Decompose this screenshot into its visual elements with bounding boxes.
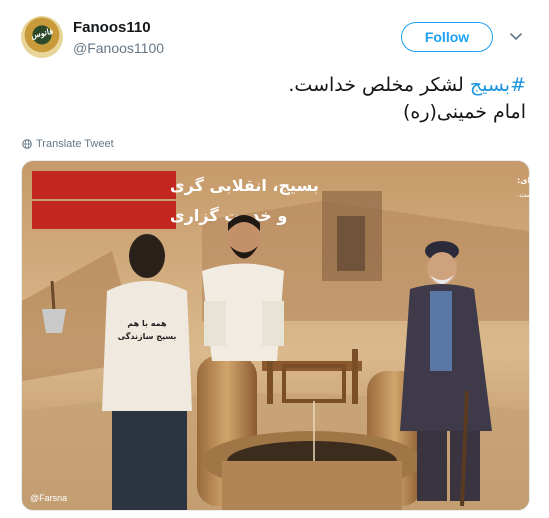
watermark: @Farsna [30, 493, 67, 503]
tweet-line-2: امام خمینی(ره) [402, 101, 526, 123]
quote-text: هر جا وظیفه‌ای باشد، انسان بسیجی در میدا… [517, 189, 529, 199]
tweet-line-1-text: لشکر مخلص خداست. [288, 74, 470, 96]
user-display-name[interactable]: Fanoos110 [73, 19, 151, 36]
translate-tweet-label: Translate Tweet [36, 138, 114, 150]
shirt-text-line-1: همه با هم [127, 319, 167, 328]
tweet-image[interactable]: بسیج، انقلابی گری و خدمت گزاری امام خامن… [21, 160, 530, 511]
avatar[interactable]: فانوس [21, 16, 63, 58]
chevron-down-icon[interactable] [508, 28, 524, 44]
poster-illustration: بسیج، انقلابی گری و خدمت گزاری امام خامن… [22, 161, 529, 510]
shirt-text-line-2: بسیج سازندگی [118, 331, 177, 341]
tweet-line-1: #بسیج لشکر مخلص خداست. [46, 72, 526, 99]
poster-title-line-1: بسیج، انقلابی گری [170, 176, 319, 195]
user-handle[interactable]: @Fanoos1100 [73, 40, 164, 56]
poster-title-line-2: و خدمت گزاری [170, 206, 287, 225]
hashtag-link[interactable]: #بسیج [470, 74, 526, 96]
tweet-text: #بسیج لشکر مخلص خداست. امام خمینی(ره) [46, 72, 526, 126]
follow-button[interactable]: Follow [401, 22, 493, 52]
translate-tweet-link[interactable]: Translate Tweet [22, 138, 114, 150]
globe-icon [22, 139, 32, 149]
avatar-logo-text: فانوس [30, 26, 54, 41]
quote-author: امام خامنه‌ای: [517, 176, 529, 185]
